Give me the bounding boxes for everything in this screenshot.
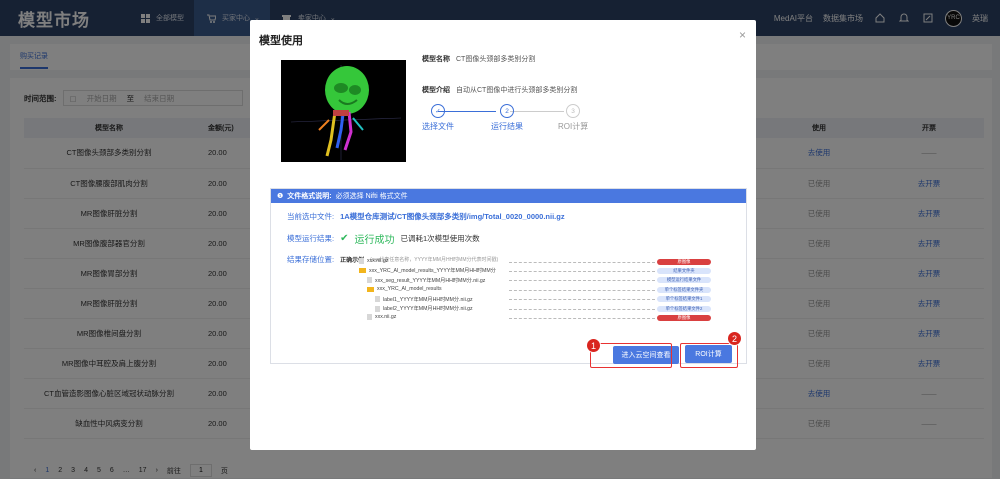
tree-item-name: xxx_YRC_AI_model_results_YYYY年MM月HH时MM分 bbox=[369, 268, 496, 275]
tree-leader-line bbox=[509, 270, 655, 272]
tree-item: xxx.nii.gz bbox=[359, 258, 388, 264]
tree-item: xxx_YRC_AI_model_results_YYYY年MM月HH时MM分 bbox=[359, 267, 496, 274]
storage-label: 结果存储位置: bbox=[287, 255, 335, 264]
tree-item-name: xxx.nii.gz bbox=[375, 314, 397, 321]
notice-label: 文件格式说明: bbox=[287, 193, 332, 200]
notice-text: 必须选择 Nifti 格式文件 bbox=[335, 193, 408, 200]
highlight-box-2 bbox=[680, 343, 738, 368]
tree-leader-line bbox=[509, 289, 655, 291]
run-result-row: 模型运行结果: ✔ 运行成功 已调耗1次模型使用次数 bbox=[287, 231, 480, 246]
step-label: ROI计算 bbox=[558, 122, 589, 131]
tree-item: xxx_seg_result_YYYY年MM月HH时MM分.nii.gz bbox=[367, 277, 485, 284]
tree-tag: 单个标签结果文件1 bbox=[657, 296, 711, 303]
model-desc: 自动从CT图像中进行头颈部多类别分割 bbox=[456, 87, 578, 94]
step-roi: 3 ROI计算 bbox=[558, 104, 588, 132]
example-note: (xxx代表任意名称，YYYY年MM月HH时MM分代表时间戳) bbox=[370, 257, 499, 263]
file-icon bbox=[359, 258, 364, 264]
file-icon bbox=[367, 277, 372, 284]
tree-item-name: xxx_seg_result_YYYY年MM月HH时MM分.nii.gz bbox=[375, 277, 486, 284]
tree-item-name: xxx_YRC_AI_model_results bbox=[377, 286, 442, 293]
tree-leader-line bbox=[509, 299, 655, 301]
tree-tag: 单个标签结果文件夹 bbox=[657, 286, 711, 293]
tree-tag: 模型运行结果文件 bbox=[657, 277, 711, 284]
tree-item-name: label2_YYYY年MM月HH时MM分.nii.gz bbox=[383, 306, 473, 312]
storage-row: 结果存储位置: 正确示例 (xxx代表任意名称，YYYY年MM月HH时MM分代表… bbox=[287, 254, 498, 265]
format-notice: ❶ 文件格式说明: 必须选择 Nifti 格式文件 bbox=[271, 189, 746, 203]
current-file-row: 当前选中文件: 1A模型仓库测试/CT图像头颈部多类别/img/Total_00… bbox=[287, 211, 565, 222]
result-label: 模型运行结果: bbox=[287, 234, 335, 243]
tree-tag: 单个标签结果文件2 bbox=[657, 305, 711, 312]
check-icon: ✓ bbox=[431, 104, 445, 118]
step-select-file: ✓ 选择文件 bbox=[422, 104, 454, 132]
tree-item-name: xxx.nii.gz bbox=[367, 258, 389, 264]
result-note: 已调耗1次模型使用次数 bbox=[400, 234, 480, 243]
tree-tag: 原图像 bbox=[657, 258, 711, 265]
marker-2: 2 bbox=[727, 331, 742, 346]
tree-item: xxx.nii.gz bbox=[367, 314, 397, 321]
current-file-label: 当前选中文件: bbox=[287, 212, 335, 221]
step-number: 2 bbox=[500, 104, 514, 118]
info-icon: ❶ bbox=[277, 193, 284, 200]
tree-item-name: label1_YYYY年MM月HH时MM分.nii.gz bbox=[383, 296, 473, 303]
folder-icon bbox=[367, 286, 374, 292]
file-icon bbox=[375, 296, 380, 303]
model-name: CT图像头颈部多类别分割 bbox=[456, 56, 536, 63]
stepper: ✓ 选择文件 2 运行结果 3 ROI计算 bbox=[422, 104, 612, 144]
step-label: 运行结果 bbox=[491, 122, 523, 131]
highlight-box-1 bbox=[590, 343, 672, 368]
model-use-dialog: 模型使用 × 模型名称 CT图像头颈部多类别分割 模型介绍 自动从CT图像中进行头颈… bbox=[250, 20, 756, 450]
marker-1: 1 bbox=[586, 338, 601, 353]
model-desc-label: 模型介绍 bbox=[422, 87, 450, 94]
tree-tag: 原图像 bbox=[657, 314, 711, 321]
success-icon: ✔ bbox=[340, 233, 349, 244]
tree-item: label2_YYYY年MM月HH时MM分.nii.gz bbox=[375, 305, 473, 312]
tree-item: xxx_YRC_AI_model_results bbox=[367, 286, 442, 292]
result-panel: ❶ 文件格式说明: 必须选择 Nifti 格式文件 当前选中文件: 1A模型仓库… bbox=[270, 188, 747, 364]
file-icon bbox=[367, 314, 372, 321]
step-number: 3 bbox=[566, 104, 581, 118]
step-run-result: 2 运行结果 bbox=[491, 104, 523, 132]
file-icon bbox=[375, 305, 380, 312]
tree-leader-line bbox=[509, 261, 655, 263]
result-status: 运行成功 bbox=[354, 235, 395, 246]
close-icon[interactable]: × bbox=[739, 28, 746, 42]
tree-leader-line bbox=[509, 308, 655, 310]
tree-leader-line bbox=[509, 280, 655, 282]
tree-tag: 结果文件夹 bbox=[657, 267, 711, 274]
model-name-label: 模型名称 bbox=[422, 56, 450, 63]
current-file-path: 1A模型仓库测试/CT图像头颈部多类别/img/Total_0020_0000.… bbox=[340, 212, 565, 221]
dialog-title: 模型使用 bbox=[259, 35, 303, 47]
folder-icon bbox=[359, 268, 366, 274]
step-label: 选择文件 bbox=[422, 122, 454, 131]
model-preview-image bbox=[281, 60, 406, 162]
tree-leader-line bbox=[509, 317, 655, 319]
tree-item: label1_YYYY年MM月HH时MM分.nii.gz bbox=[375, 296, 473, 303]
